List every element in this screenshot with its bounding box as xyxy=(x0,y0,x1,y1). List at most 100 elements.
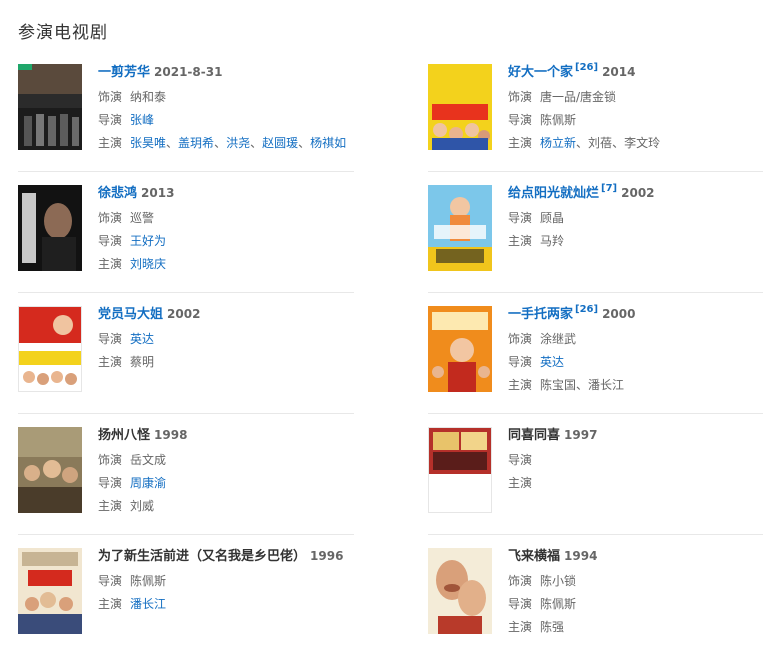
drama-year: 2000 xyxy=(602,307,636,321)
role-label: 饰演 xyxy=(508,574,533,588)
drama-title: 飞来横福 xyxy=(508,549,561,564)
director-label: 导演 xyxy=(508,211,533,225)
director-link[interactable]: 英达 xyxy=(540,355,564,369)
poster-image[interactable] xyxy=(428,548,492,634)
drama-title: 扬州八怪 xyxy=(98,428,151,443)
cast-row: 主演 陈强 xyxy=(508,616,763,639)
drama-year: 1994 xyxy=(564,549,598,563)
cast-link[interactable]: 杨祺如 xyxy=(310,136,346,150)
role-row: 饰演 陈小锁 xyxy=(508,570,763,593)
cast-link[interactable]: 盖玥希 xyxy=(178,136,214,150)
director-link[interactable]: 王好为 xyxy=(130,234,166,248)
role-label: 饰演 xyxy=(508,332,533,346)
poster-image[interactable] xyxy=(428,64,492,150)
separator: 、 xyxy=(576,136,589,150)
cast-label: 主演 xyxy=(508,234,533,248)
cast-value: 马羚 xyxy=(540,234,565,248)
role-value: 陈小锁 xyxy=(540,574,577,588)
divider xyxy=(428,534,763,535)
cast-row: 主演 马羚 xyxy=(508,230,763,253)
role-label: 饰演 xyxy=(98,211,123,225)
director-row: 导演 王好为 xyxy=(98,230,354,253)
cast-value: 陈宝国 xyxy=(540,378,577,392)
cast-link[interactable]: 洪尧 xyxy=(226,136,250,150)
divider xyxy=(428,292,763,293)
director-link[interactable]: 周康渝 xyxy=(130,476,166,490)
cast-value: 刘威 xyxy=(130,499,155,513)
director-label: 导演 xyxy=(98,476,123,490)
drama-title-link[interactable]: 党员马大姐 xyxy=(98,307,163,322)
director-label: 导演 xyxy=(98,113,123,127)
director-row: 导演 英达 xyxy=(98,328,354,351)
cast-row: 主演 刘晓庆 xyxy=(98,253,354,276)
director-row: 导演 英达 xyxy=(508,351,763,374)
separator: 、 xyxy=(298,136,311,150)
reference-link[interactable]: [7] xyxy=(601,183,617,194)
poster-image[interactable] xyxy=(428,185,492,271)
director-label: 导演 xyxy=(508,597,533,611)
drama-title-link[interactable]: 一手托两家 xyxy=(508,307,573,322)
poster-image[interactable] xyxy=(428,306,492,392)
reference-link[interactable]: [26] xyxy=(575,304,598,315)
cast-label: 主演 xyxy=(508,620,533,634)
drama-title-link[interactable]: 给点阳光就灿烂 xyxy=(508,186,599,201)
cast-link[interactable]: 张昊唯 xyxy=(130,136,166,150)
reference-link[interactable]: [26] xyxy=(575,62,598,73)
drama-title-link[interactable]: 一剪芳华 xyxy=(98,65,150,80)
separator: 、 xyxy=(250,136,263,150)
cast-row: 主演 刘威 xyxy=(98,495,354,518)
cast-link[interactable]: 赵圆瑗 xyxy=(262,136,298,150)
director-value: 陈佩斯 xyxy=(130,574,167,588)
cast-row: 主演 张昊唯、盖玥希、洪尧、赵圆瑗、杨祺如 xyxy=(98,132,354,155)
director-row: 导演 周康渝 xyxy=(98,472,354,495)
director-link[interactable]: 英达 xyxy=(130,332,154,346)
cast-label: 主演 xyxy=(508,476,533,490)
poster-image[interactable] xyxy=(18,64,82,150)
separator: 、 xyxy=(166,136,179,150)
cast-label: 主演 xyxy=(98,355,123,369)
cast-row: 主演 潘长江 xyxy=(98,593,354,616)
drama-year: 2021-8-31 xyxy=(154,65,223,79)
role-row: 饰演 纳和泰 xyxy=(98,86,354,109)
cast-link[interactable]: 刘晓庆 xyxy=(130,257,166,271)
separator: 、 xyxy=(612,136,625,150)
drama-title: 为了新生活前进（又名我是乡巴佬） xyxy=(98,549,307,564)
drama-title-link[interactable]: 好大一个家 xyxy=(508,65,573,80)
drama-title-link[interactable]: 徐悲鸿 xyxy=(98,186,137,201)
role-row: 饰演 岳文成 xyxy=(98,449,354,472)
cast-row: 主演 杨立新、刘蓓、李文玲 xyxy=(508,132,763,155)
role-row: 饰演 巡警 xyxy=(98,207,354,230)
separator: 、 xyxy=(214,136,227,150)
cast-label: 主演 xyxy=(98,597,123,611)
director-label: 导演 xyxy=(98,234,123,248)
cast-label: 主演 xyxy=(508,378,533,392)
divider xyxy=(428,413,763,414)
cast-label: 主演 xyxy=(98,136,123,150)
separator: 、 xyxy=(576,378,589,392)
poster-image[interactable] xyxy=(18,548,82,634)
role-value: 涂继武 xyxy=(540,332,577,346)
director-label: 导演 xyxy=(508,355,533,369)
role-value: 唐一品/唐金锁 xyxy=(540,90,617,104)
director-row: 导演 张峰 xyxy=(98,109,354,132)
drama-year: 1997 xyxy=(564,428,598,442)
director-link[interactable]: 张峰 xyxy=(130,113,154,127)
poster-image[interactable] xyxy=(18,185,82,271)
cast-label: 主演 xyxy=(98,499,123,513)
role-label: 饰演 xyxy=(98,90,123,104)
divider xyxy=(428,171,763,172)
director-label: 导演 xyxy=(508,453,533,467)
poster-image[interactable] xyxy=(18,427,82,513)
divider xyxy=(18,171,354,172)
drama-year: 1998 xyxy=(154,428,188,442)
section-heading: 参演电视剧 xyxy=(18,23,108,43)
poster-image[interactable] xyxy=(18,306,82,392)
director-row: 导演 陈佩斯 xyxy=(508,593,763,616)
cast-link[interactable]: 潘长江 xyxy=(130,597,166,611)
cast-link[interactable]: 杨立新 xyxy=(540,136,576,150)
director-value: 顾晶 xyxy=(540,211,565,225)
director-label: 导演 xyxy=(98,332,123,346)
cast-label: 主演 xyxy=(98,257,123,271)
divider xyxy=(18,292,354,293)
poster-image[interactable] xyxy=(428,427,492,513)
